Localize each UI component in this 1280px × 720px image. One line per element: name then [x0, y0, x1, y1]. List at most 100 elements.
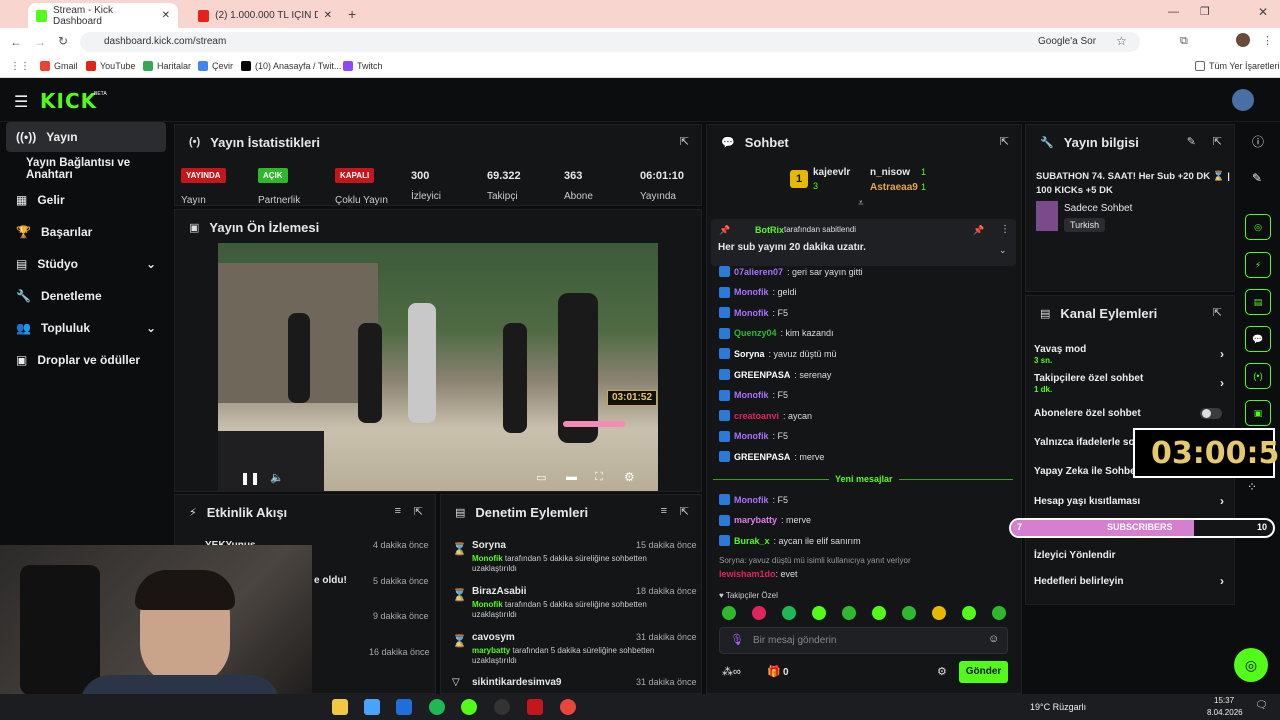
forward-icon[interactable]: → — [34, 35, 46, 49]
popout-icon[interactable]: ⇱ — [1213, 135, 1222, 148]
chat-username[interactable]: Monofik — [734, 390, 769, 400]
account-age-row[interactable]: Hesap yaşı kısıtlaması › — [1034, 494, 1224, 508]
unpin-icon[interactable]: 📌 — [973, 225, 984, 236]
back-icon[interactable]: ← — [10, 35, 22, 49]
chat-input[interactable]: 🎙 Bir mesaj gönderin ☺ — [719, 627, 1008, 654]
window-close-icon[interactable]: ✕ — [1258, 5, 1268, 19]
emote-icon[interactable] — [932, 606, 946, 620]
popout-icon[interactable]: ⇱ — [680, 505, 689, 518]
sidebar-item-denetleme[interactable]: 🔧 Denetleme — [6, 281, 166, 311]
popout-icon[interactable]: ⇱ — [1000, 135, 1009, 148]
explorer-icon[interactable] — [332, 699, 348, 715]
emote-icon[interactable] — [962, 606, 976, 620]
info-icon[interactable]: ⓘ — [1252, 133, 1264, 150]
gift-icon[interactable]: 🎁 — [767, 665, 781, 678]
extensions-icon[interactable]: ⧉ — [1180, 35, 1188, 48]
theater-icon[interactable]: ▬ — [566, 471, 577, 483]
chat-username[interactable]: Burak_x — [734, 536, 770, 546]
slow-mode-row[interactable]: Yavaş mod 3 sn. › — [1034, 344, 1224, 366]
sub-chat-toggle[interactable] — [1200, 408, 1222, 419]
chevron-down-icon[interactable]: ⌄ — [999, 245, 1007, 256]
obs-icon[interactable] — [494, 699, 510, 715]
url-field[interactable]: dashboard.kick.com/stream Google'a Sor ☆ — [80, 32, 1140, 52]
edit-icon[interactable]: ✎ — [1187, 135, 1196, 148]
filter-icon[interactable]: ≡ — [395, 505, 401, 517]
sidebar-item-basarilar[interactable]: 🏆 Başarılar — [6, 217, 166, 247]
chrome-icon[interactable] — [560, 699, 576, 715]
dots-icon[interactable]: ⁘ — [1247, 480, 1257, 494]
weather[interactable]: 19°C Rüzgarlı — [1030, 702, 1086, 712]
close-icon[interactable]: ✕ — [162, 10, 170, 21]
popout-icon[interactable]: ⇱ — [414, 505, 423, 518]
bookmark-twitch[interactable]: Twitch — [343, 61, 383, 71]
sub-chat-row[interactable]: Abonelere özel sohbet — [1034, 408, 1224, 419]
minimize-icon[interactable]: — — [1168, 6, 1179, 18]
chat-username[interactable]: GREENPASA — [734, 370, 790, 380]
chat-username[interactable]: Monofik — [734, 287, 769, 297]
bookmark-gmail[interactable]: Gmail — [40, 61, 78, 71]
bookmark-maps[interactable]: Haritalar — [143, 61, 191, 71]
send-button[interactable]: Gönder — [959, 661, 1008, 683]
emote-icon[interactable] — [872, 606, 886, 620]
pause-icon[interactable]: ❚❚ — [240, 471, 260, 485]
chat-username[interactable]: Monofik — [734, 495, 769, 505]
rail-button-2[interactable]: ⚡ — [1245, 252, 1271, 278]
notification-icon[interactable]: 🗨 — [1255, 700, 1268, 711]
chat-username[interactable]: GREENPASA — [734, 452, 790, 462]
pip-icon[interactable]: ▭ — [536, 471, 546, 484]
popout-icon[interactable]: ⇱ — [680, 135, 689, 148]
sidebar-item-gelir[interactable]: ▦ Gelir — [6, 185, 166, 215]
emoji-icon[interactable]: ☺ — [988, 633, 999, 645]
chat-username[interactable]: 07alieren07 — [734, 267, 783, 277]
user-avatar[interactable] — [1232, 89, 1254, 111]
restore-icon[interactable]: ❐ — [1200, 5, 1210, 18]
volume-icon[interactable]: 🔈 — [270, 471, 284, 484]
rail-button-1[interactable]: ◎ — [1245, 214, 1271, 240]
sidebar-item-droplar[interactable]: ▣ Droplar ve ödüller — [6, 345, 166, 375]
video-preview[interactable]: 03:01:52 ❚❚ 🔈 ▭ ▬ ⛶ ⚙ — [218, 243, 658, 491]
popout-icon[interactable]: ⇱ — [1213, 306, 1222, 319]
new-tab-icon[interactable]: + — [348, 6, 356, 22]
apps-icon[interactable]: ⋮⋮ — [10, 61, 30, 72]
app-icon[interactable] — [527, 699, 543, 715]
store-icon[interactable] — [364, 699, 380, 715]
settings-icon[interactable]: ⚙ — [624, 470, 635, 484]
star-icon[interactable]: ☆ — [1116, 34, 1127, 48]
emote-icon[interactable] — [842, 606, 856, 620]
emote-icon[interactable] — [752, 606, 766, 620]
bookmark-youtube[interactable]: YouTube — [86, 61, 135, 71]
rail-button-6[interactable]: ▣ — [1245, 400, 1271, 426]
hamburger-icon[interactable]: ☰ — [14, 92, 28, 112]
sidebar-item-topluluk[interactable]: 👥 Topluluk ⌄ — [6, 313, 166, 343]
follower-chat-row[interactable]: Takipçilere özel sohbet 1 dk. › — [1034, 373, 1224, 395]
bookmark-all[interactable]: Tüm Yer İşaretleri — [1195, 61, 1280, 71]
points-icon[interactable]: ⁂∞ — [722, 665, 741, 678]
chat-username[interactable]: Monofik — [734, 431, 769, 441]
emote-icon[interactable] — [902, 606, 916, 620]
rail-button-4[interactable]: 💬 — [1245, 326, 1271, 352]
bookmark-twitter[interactable]: (10) Anasayfa / Twit... — [241, 61, 341, 71]
sidebar-item-yayin[interactable]: ((•)) Yayın — [6, 122, 166, 152]
sidebar-item-studyo[interactable]: ▤ Stüdyo ⌄ — [6, 249, 166, 279]
close-icon[interactable]: ✕ — [324, 10, 332, 21]
menu-icon[interactable]: ⋮ — [1262, 34, 1273, 47]
emote-icon[interactable] — [722, 606, 736, 620]
google-ask-button[interactable]: Google'a Sor — [1038, 36, 1096, 47]
browser-tab-youtube[interactable]: (2) 1.000.000 TL İÇİN DOMİNİK ✕ — [190, 3, 340, 28]
profile-avatar[interactable] — [1236, 33, 1250, 47]
edit-icon[interactable]: ✎ — [1252, 171, 1262, 185]
support-button[interactable]: ◎ — [1234, 648, 1268, 682]
sidebar-item-stream-key[interactable]: Yayın Bağlantısı ve Anahtarı — [6, 154, 166, 184]
rail-button-5[interactable]: (•) — [1245, 363, 1271, 389]
outlook-icon[interactable] — [396, 699, 412, 715]
chat-username[interactable]: creatoanvi — [734, 411, 779, 421]
chat-username[interactable]: Monofik — [734, 308, 769, 318]
browser-tab-kick[interactable]: Stream - Kick Dashboard ✕ — [28, 3, 178, 28]
kick-logo[interactable]: KICK — [40, 89, 97, 113]
collapse-icon[interactable]: ⩡ — [858, 198, 864, 209]
more-icon[interactable]: ⋮ — [1000, 224, 1010, 235]
raid-row[interactable]: İzleyici Yönlendir — [1034, 550, 1224, 561]
chat-settings-icon[interactable]: ⚙ — [937, 665, 947, 678]
rail-button-3[interactable]: ▤ — [1245, 289, 1271, 315]
emote-icon[interactable] — [812, 606, 826, 620]
